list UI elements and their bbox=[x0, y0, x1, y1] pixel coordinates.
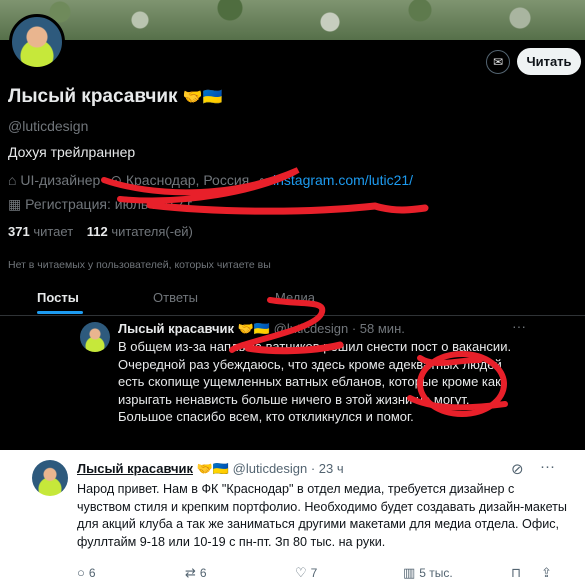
more-options-icon[interactable]: ··· bbox=[512, 318, 526, 334]
reply-icon: ○ bbox=[77, 565, 85, 580]
tabs-divider bbox=[0, 315, 585, 316]
link-icon: ∞ bbox=[259, 172, 270, 188]
share-button[interactable]: ⇪ bbox=[541, 565, 552, 581]
following-link[interactable]: 371 читает bbox=[8, 224, 73, 239]
profile-screenshot-dark: ✉ Читать Лысый красавчик 🤝🇺🇦 @luticdesig… bbox=[0, 0, 585, 450]
profile-registration-text: Регистрация: июль 2012 г. bbox=[25, 196, 195, 212]
tweet-text: Народ привет. Нам в ФК "Краснодар" в отд… bbox=[77, 482, 567, 549]
reply-count: 6 bbox=[88, 565, 96, 580]
profile-profession: UI-дизайнер bbox=[20, 172, 101, 188]
tab-posts[interactable]: Посты bbox=[37, 290, 79, 305]
heart-icon: ♡ bbox=[295, 565, 307, 580]
bookmark-button[interactable]: ⊓ bbox=[511, 565, 521, 581]
followers-link[interactable]: 112 читателя(-ей) bbox=[87, 224, 193, 239]
profile-name-text: Лысый красавчик bbox=[8, 86, 178, 107]
no-mutuals-note: Нет в читаемых у пользователей, которых … bbox=[8, 259, 271, 271]
calendar-icon: ▦ bbox=[8, 196, 22, 212]
tweet-avatar[interactable] bbox=[32, 460, 68, 496]
follow-button[interactable]: Читать bbox=[517, 48, 581, 75]
profile-banner-image bbox=[0, 0, 585, 40]
like-button[interactable]: ♡ 7 bbox=[295, 565, 317, 581]
like-count: 7 bbox=[310, 566, 318, 580]
views-button[interactable]: ▥ 5 тыс. bbox=[403, 565, 453, 581]
tweet-author-emoji: 🤝🇺🇦 bbox=[237, 321, 270, 336]
tweet-handle-time: @luticdesign · 23 ч bbox=[232, 461, 344, 476]
tweet-author-name[interactable]: Лысый красавчик bbox=[118, 321, 234, 336]
bookmark-icon: ⊓ bbox=[511, 565, 522, 580]
tweet-header: Лысый красавчик 🤝🇺🇦 @luticdesign · 23 ч bbox=[77, 461, 344, 477]
tweet-avatar[interactable] bbox=[80, 322, 110, 352]
profile-name: Лысый красавчик 🤝🇺🇦 bbox=[8, 86, 223, 108]
tweet-handle-time: @luticdesign · 58 мин. bbox=[273, 321, 405, 336]
repost-icon: ⇄ bbox=[185, 565, 196, 580]
profile-registration: ▦ Регистрация: июль 2012 г. bbox=[8, 196, 194, 213]
reply-button[interactable]: ○ 6 bbox=[77, 565, 96, 580]
profile-handle: @luticdesign bbox=[8, 118, 89, 134]
views-icon: ▥ bbox=[403, 565, 416, 580]
tweet-screenshot-light: Лысый красавчик 🤝🇺🇦 @luticdesign · 23 ч … bbox=[0, 452, 585, 585]
views-count: 5 тыс. bbox=[419, 566, 453, 580]
tweet-author-name[interactable]: Лысый красавчик bbox=[77, 461, 193, 476]
profile-meta-row: ⌂ UI-дизайнер ⊙ Краснодар, Россия ∞ inst… bbox=[8, 172, 413, 189]
tab-replies[interactable]: Ответы bbox=[153, 290, 198, 305]
location-pin-icon: ⊙ bbox=[110, 172, 122, 188]
more-options-icon[interactable]: ··· bbox=[540, 458, 555, 475]
profile-name-emoji: 🤝🇺🇦 bbox=[182, 89, 223, 106]
tweet-text: В общем из-за наплыва ватников решил сне… bbox=[118, 339, 512, 424]
share-icon: ⇪ bbox=[541, 565, 552, 580]
repost-button[interactable]: ⇄ 6 bbox=[185, 565, 207, 581]
tweet-header: Лысый красавчик 🤝🇺🇦 @luticdesign · 58 ми… bbox=[118, 321, 405, 337]
grok-icon[interactable]: ⊘ bbox=[511, 460, 524, 478]
tweet-author-emoji: 🤝🇺🇦 bbox=[196, 461, 229, 476]
profile-follow-counts: 371 читает 112 читателя(-ей) bbox=[8, 224, 193, 239]
repost-count: 6 bbox=[199, 566, 207, 580]
tab-media[interactable]: Медиа bbox=[275, 290, 315, 305]
active-tab-indicator bbox=[37, 311, 83, 314]
profile-link[interactable]: instagram.com/lutic21/ bbox=[273, 172, 413, 188]
profile-bio: Дохуя трейлраннер bbox=[8, 144, 136, 160]
tweet-actions: ○ 6 ⇄ 6 ♡ 7 ▥ 5 тыс. ⊓ ⇪ bbox=[77, 565, 557, 583]
briefcase-icon: ⌂ bbox=[8, 172, 17, 188]
profile-location: Краснодар, Россия bbox=[125, 172, 250, 188]
mail-icon: ✉ bbox=[492, 55, 504, 69]
profile-avatar[interactable] bbox=[9, 14, 65, 70]
message-button[interactable]: ✉ bbox=[486, 50, 510, 74]
